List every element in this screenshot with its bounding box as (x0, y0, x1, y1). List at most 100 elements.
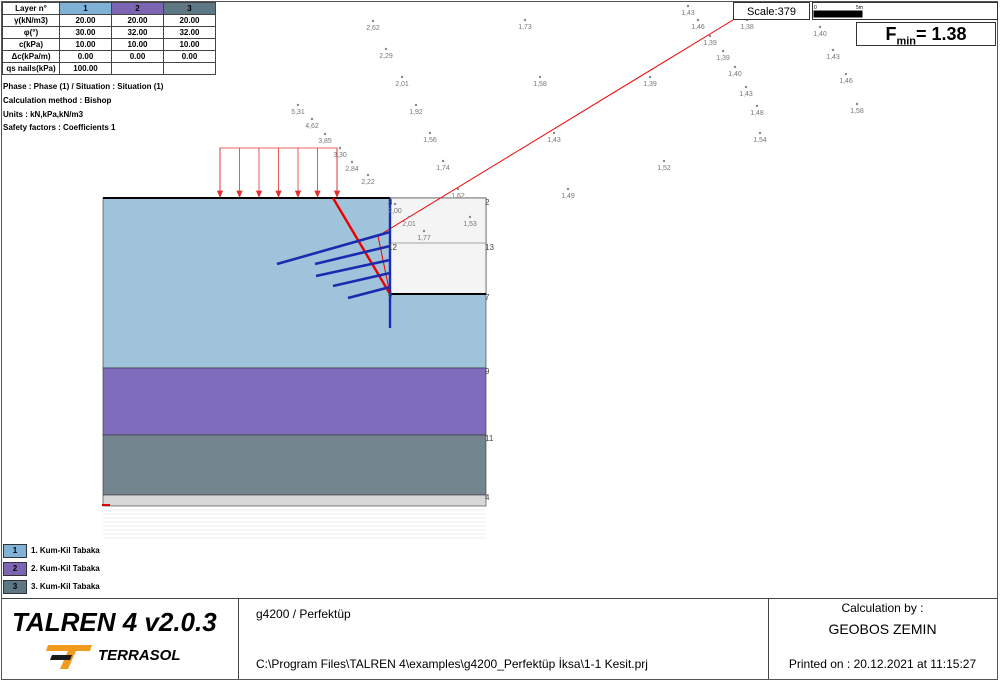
calc-by-label: Calculation by : (841, 601, 924, 615)
factor-label: 1,54 (753, 137, 767, 144)
factor-label: 1,92 (409, 109, 423, 116)
factor-label: 5,31 (291, 109, 305, 116)
project-cell: g4200 / Perfektüp C:\Program Files\TALRE… (238, 599, 769, 679)
factor-point (686, 4, 690, 8)
factor-label: 1,43 (739, 91, 753, 98)
safety-info: Safety factors : Coefficients 1 (3, 123, 116, 132)
calc-by-value: GEOBOS ZEMIN (828, 621, 937, 637)
cell (111, 62, 164, 75)
node-label: 12 (388, 243, 397, 252)
factor-point (296, 103, 300, 107)
software-cell: TALREN 4 v2.0.3 TERRASOL (2, 599, 239, 679)
factor-label: 1,56 (423, 137, 437, 144)
legend-label: 3. Kum-Kil Tabaka (31, 582, 100, 592)
fmin-label: F (885, 24, 897, 44)
factor-point (310, 117, 314, 121)
scale-start: 0 (814, 5, 817, 11)
legend-label: 2. Kum-Kil Tabaka (31, 564, 100, 574)
factor-label: 2,22 (361, 179, 375, 186)
factor-point (428, 131, 432, 135)
fmin-value: = 1.38 (916, 24, 967, 44)
factor-label: 1,39 (703, 40, 717, 47)
layer-2-header: 2 (111, 2, 164, 15)
factor-label: 1,39 (643, 81, 657, 88)
legend-item: 3 3. Kum-Kil Tabaka (3, 580, 100, 594)
factor-label: 4,62 (305, 123, 319, 130)
factor-point (393, 202, 397, 206)
factor-label: 1,40 (728, 71, 742, 78)
factor-label: 2,29 (379, 53, 393, 60)
cell: 10.00 (111, 38, 164, 51)
table-row: c(kPa) 10.00 10.00 10.00 (2, 38, 216, 51)
factor-point (338, 146, 342, 150)
node-label: 6 (388, 290, 393, 299)
legend-item: 1 1. Kum-Kil Tabaka (3, 544, 100, 558)
factor-point (831, 48, 835, 52)
factor-label: 1,43 (681, 10, 695, 17)
scale-bar: 0 5m (812, 2, 998, 20)
scale-label: Scale:379 (733, 2, 810, 20)
layer-3-region (102, 434, 487, 496)
node-label: 13 (485, 243, 494, 252)
factor-point (552, 131, 556, 135)
factor-label: 1,53 (463, 221, 477, 228)
factor-label: 2,62 (366, 25, 380, 32)
factor-point (696, 18, 700, 22)
factor-point (855, 102, 859, 106)
table-row: γ(kN/m3) 20.00 20.00 20.00 (2, 14, 216, 27)
table-row: Δc(kPa/m) 0.00 0.00 0.00 (2, 50, 216, 63)
factor-point (648, 75, 652, 79)
row-label: qs nails(kPa) (2, 62, 60, 75)
factor-label: 1,49 (561, 193, 575, 200)
node-label: 11 (485, 434, 494, 443)
cell: 30.00 (59, 26, 112, 39)
title-block: TALREN 4 v2.0.3 TERRASOL g4200 / Perfekt… (2, 598, 997, 679)
node-label: 9 (485, 367, 490, 376)
factor-point (758, 131, 762, 135)
factor-point (366, 173, 370, 177)
factor-point (708, 34, 712, 38)
factor-point (468, 215, 472, 219)
table-row: qs nails(kPa) 100.00 (2, 62, 216, 75)
table-row: φ(°) 30.00 32.00 32.00 (2, 26, 216, 39)
cell: 0.00 (111, 50, 164, 63)
project-name: g4200 / Perfektüp (256, 607, 351, 621)
factor-label: 1,48 (750, 110, 764, 117)
factor-label: 1,40 (813, 31, 827, 38)
legend-swatch-1: 1 (3, 544, 27, 558)
factor-point (844, 72, 848, 76)
factor-label: 1,52 (657, 165, 671, 172)
scale-end: 5m (856, 5, 863, 11)
factor-point (441, 159, 445, 163)
factor-label: 2,01 (395, 81, 409, 88)
factor-point (456, 187, 460, 191)
phase-info: Phase : Phase (1) / Situation : Situatio… (3, 82, 164, 91)
terrasol-logo-icon (46, 645, 92, 669)
app-title: TALREN 4 v2.0.3 (12, 607, 217, 637)
layer-2-region (102, 367, 487, 436)
cell: 0.00 (163, 50, 216, 63)
factor-point (733, 65, 737, 69)
node-label: 4 (485, 493, 490, 502)
factor-label: 1,77 (417, 235, 431, 242)
factor-label: 2,01 (402, 221, 416, 228)
row-label: φ(°) (2, 26, 60, 39)
factor-label: 1,46 (691, 24, 705, 31)
factor-point (538, 75, 542, 79)
brand-name: TERRASOL (98, 647, 181, 664)
cell (163, 62, 216, 75)
project-path: C:\Program Files\TALREN 4\examples\g4200… (256, 657, 648, 671)
factor-point (384, 47, 388, 51)
legend-label: 1. Kum-Kil Tabaka (31, 546, 100, 556)
factor-point (400, 75, 404, 79)
factor-label: 3,30 (333, 152, 347, 159)
factor-label: 2,84 (345, 166, 359, 173)
cell: 20.00 (111, 14, 164, 27)
factor-point (523, 18, 527, 22)
factor-label: 1,43 (547, 137, 561, 144)
factor-label: 1,43 (826, 54, 840, 61)
soil-parameter-table: Layer n° 1 2 3 γ(kN/m3) 20.00 20.00 20.0… (2, 2, 216, 75)
factor-label: 2,00 (388, 208, 402, 215)
factor-label: 1,38 (740, 24, 754, 31)
cell: 10.00 (59, 38, 112, 51)
